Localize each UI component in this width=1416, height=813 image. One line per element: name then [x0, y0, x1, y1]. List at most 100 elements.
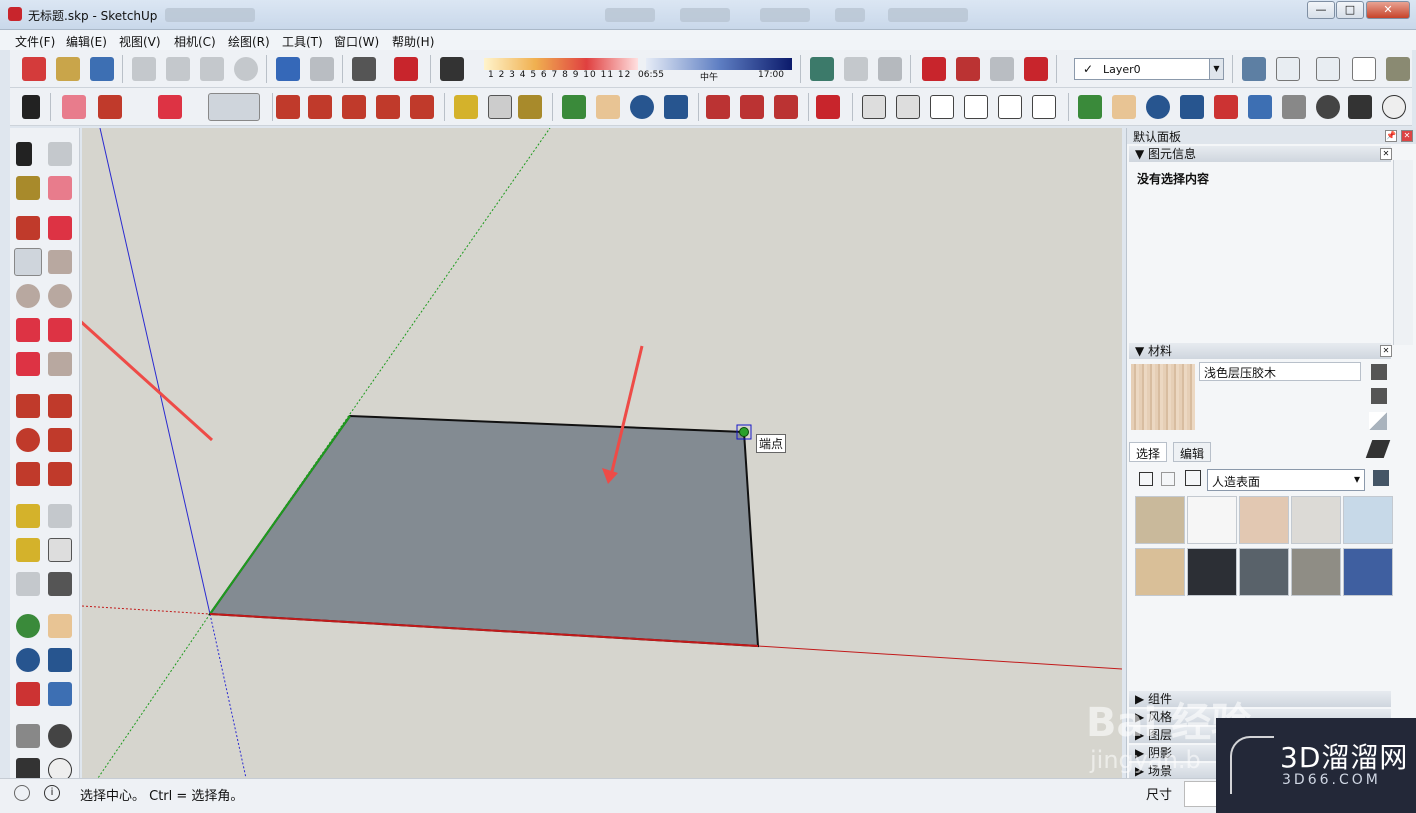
- push-pull-icon[interactable]: [48, 394, 72, 418]
- material-swatch[interactable]: [1343, 496, 1393, 544]
- material-swatch[interactable]: [1135, 496, 1185, 544]
- warehouse-icon[interactable]: [922, 57, 946, 81]
- undo-icon[interactable]: [276, 57, 300, 81]
- material-swatch[interactable]: [1291, 496, 1341, 544]
- pan-hand-icon[interactable]: [596, 95, 620, 119]
- tape-measure-icon[interactable]: [16, 504, 40, 528]
- menu-tools[interactable]: 工具(T): [282, 33, 323, 50]
- zoom-extents-icon[interactable]: [16, 682, 40, 706]
- position-camera-icon[interactable]: [16, 724, 40, 748]
- forward-arrow-icon[interactable]: [1161, 472, 1175, 486]
- create-material-icon[interactable]: [1371, 388, 1387, 404]
- back-arrow-icon[interactable]: [1139, 472, 1153, 486]
- zoom-window-icon[interactable]: [1180, 95, 1204, 119]
- info-icon[interactable]: i: [44, 785, 60, 801]
- time-slider[interactable]: [646, 58, 792, 70]
- eyedropper-icon[interactable]: [1365, 440, 1391, 458]
- freehand-icon[interactable]: [48, 216, 72, 240]
- tab-select[interactable]: 选择: [1129, 442, 1168, 462]
- select-arrow-icon[interactable]: [22, 95, 40, 119]
- rectangle-tool-icon[interactable]: [14, 248, 42, 276]
- top-view-icon[interactable]: [896, 95, 920, 119]
- circle-icon[interactable]: [16, 284, 40, 308]
- copy-icon[interactable]: [166, 57, 190, 81]
- paint-bucket-icon[interactable]: [518, 95, 542, 119]
- iso-view-icon[interactable]: [862, 95, 886, 119]
- offset-icon[interactable]: [48, 462, 72, 486]
- shadow-toggle-icon[interactable]: [440, 57, 464, 81]
- zoom-icon[interactable]: [16, 648, 40, 672]
- layer-select[interactable]: ✓ Layer0 ▼: [1074, 58, 1224, 80]
- menu-help[interactable]: 帮助(H): [392, 33, 434, 50]
- material-browser-icon[interactable]: [1371, 364, 1387, 380]
- follow-me-icon[interactable]: [48, 428, 72, 452]
- paint-bucket-icon[interactable]: [16, 176, 40, 200]
- axes-icon[interactable]: [16, 572, 40, 596]
- cut-icon[interactable]: [132, 57, 156, 81]
- redo-icon[interactable]: [310, 57, 334, 81]
- rotate-icon[interactable]: [376, 95, 400, 119]
- minimize-button[interactable]: —: [1307, 1, 1335, 19]
- sandbox-stamp-icon[interactable]: [878, 57, 902, 81]
- pan-hand-icon[interactable]: [1112, 95, 1136, 119]
- rectangle-tool-icon[interactable]: [208, 93, 260, 121]
- menu-draw[interactable]: 绘图(R): [228, 33, 270, 50]
- material-swatch[interactable]: [1135, 548, 1185, 596]
- zoom-window-icon[interactable]: [48, 648, 72, 672]
- get-components-icon[interactable]: [990, 57, 1014, 81]
- scale-icon[interactable]: [410, 95, 434, 119]
- front-view-icon[interactable]: [930, 95, 954, 119]
- ruby-icon[interactable]: [816, 95, 840, 119]
- walk-footprint-icon[interactable]: [1348, 95, 1372, 119]
- material-swatch[interactable]: [1187, 496, 1237, 544]
- pie-icon[interactable]: [48, 352, 72, 376]
- pin-icon[interactable]: 📌: [1385, 130, 1397, 142]
- zoom-icon[interactable]: [630, 95, 654, 119]
- layout-icon[interactable]: [774, 95, 798, 119]
- left-view-icon[interactable]: [1032, 95, 1056, 119]
- arc-icon[interactable]: [158, 95, 182, 119]
- menu-view[interactable]: 视图(V): [119, 33, 161, 50]
- shaded-style-icon[interactable]: [1352, 57, 1376, 81]
- close-icon[interactable]: ✕: [1380, 345, 1392, 357]
- make-component-icon[interactable]: [48, 142, 72, 166]
- chevron-down-icon[interactable]: ▾: [1354, 472, 1360, 486]
- follow-me-icon[interactable]: [308, 95, 332, 119]
- material-swatch[interactable]: [1343, 548, 1393, 596]
- details-arrow-icon[interactable]: [1373, 470, 1389, 486]
- back-view-icon[interactable]: [998, 95, 1022, 119]
- paste-icon[interactable]: [200, 57, 224, 81]
- previous-view-icon[interactable]: [48, 682, 72, 706]
- close-button[interactable]: ✕: [1366, 1, 1410, 19]
- two-point-arc-icon[interactable]: [48, 318, 72, 342]
- dimension-icon[interactable]: [48, 504, 72, 528]
- month-slider[interactable]: [484, 58, 638, 70]
- menu-file[interactable]: 文件(F): [15, 33, 55, 50]
- share-model-icon[interactable]: [740, 95, 764, 119]
- three-point-arc-icon[interactable]: [16, 352, 40, 376]
- material-swatch[interactable]: [1239, 548, 1289, 596]
- new-file-icon[interactable]: [22, 57, 46, 81]
- pencil-icon[interactable]: [98, 95, 122, 119]
- tape-measure-icon[interactable]: [454, 95, 478, 119]
- geo-status-icon[interactable]: [14, 785, 30, 801]
- tray-close-icon[interactable]: ✕: [1401, 130, 1413, 142]
- default-material-icon[interactable]: [1369, 412, 1387, 430]
- orbit-icon[interactable]: [16, 614, 40, 638]
- protractor-icon[interactable]: [16, 538, 40, 562]
- select-arrow-icon[interactable]: [16, 142, 32, 166]
- zoom-icon[interactable]: [1146, 95, 1170, 119]
- materials-header[interactable]: ▼ 材料: [1129, 343, 1391, 359]
- menu-window[interactable]: 窗口(W): [334, 33, 379, 50]
- share-model-icon[interactable]: [956, 57, 980, 81]
- hidden-line-style-icon[interactable]: [1316, 57, 1340, 81]
- textured-style-icon[interactable]: [1386, 57, 1410, 81]
- scrollbar[interactable]: [1393, 160, 1413, 345]
- push-pull-icon[interactable]: [276, 95, 300, 119]
- home-icon[interactable]: [1185, 470, 1201, 486]
- look-around-eye-icon[interactable]: [1316, 95, 1340, 119]
- move-icon[interactable]: [16, 394, 40, 418]
- pencil-icon[interactable]: [16, 216, 40, 240]
- maximize-button[interactable]: □: [1336, 1, 1364, 19]
- sandbox-icon[interactable]: [844, 57, 868, 81]
